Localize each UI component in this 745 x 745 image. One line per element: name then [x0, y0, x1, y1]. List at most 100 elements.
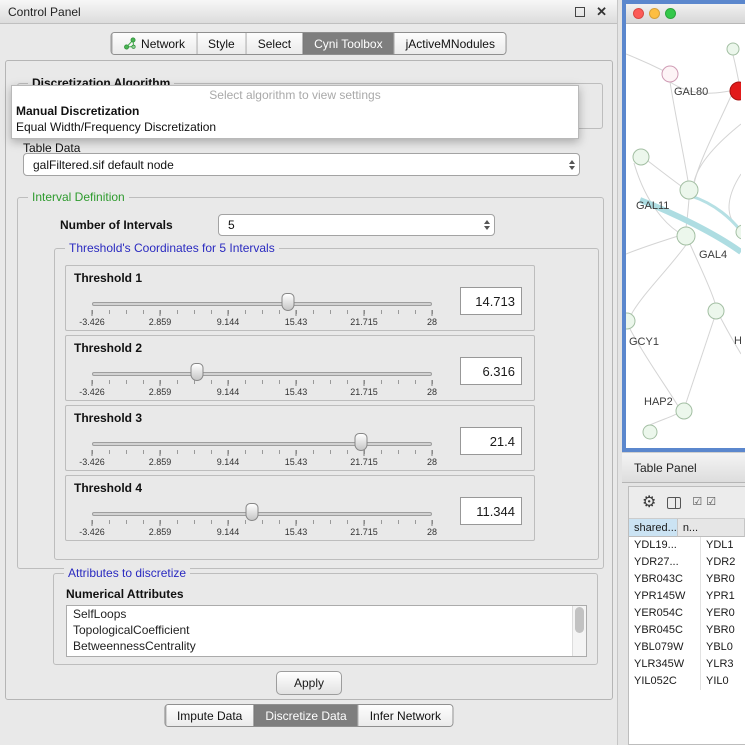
table-row[interactable]: YPR145W YPR1: [629, 588, 745, 605]
table-row[interactable]: YER054C YER0: [629, 605, 745, 622]
threshold-value: 21.4: [490, 434, 515, 449]
close-button[interactable]: ✕: [596, 4, 607, 20]
algorithm-option[interactable]: Manual Discretization: [12, 103, 578, 119]
tick-label: 21.715: [350, 527, 378, 537]
network-node[interactable]: [633, 149, 649, 165]
network-node[interactable]: [626, 313, 635, 329]
network-node[interactable]: [708, 303, 724, 319]
table-toolbar: ⚙ ☑ ☑: [629, 487, 745, 519]
network-node-label: GCY1: [629, 336, 659, 348]
attributes-group: Attributes to discretize Numerical Attri…: [53, 573, 598, 665]
tick-label: 15.43: [285, 317, 308, 327]
select-none-checkbox-icon[interactable]: ☑: [706, 497, 716, 508]
table-data-combo-value: galFiltered.sif default node: [24, 158, 564, 172]
tick-label: 2.859: [149, 317, 172, 327]
top-tab[interactable]: Style: [196, 33, 246, 54]
algorithm-options: Manual Discretization Equal Width/Freque…: [12, 103, 578, 135]
slider-thumb[interactable]: [354, 433, 367, 451]
table-column-header[interactable]: n...: [678, 519, 745, 537]
tick-mark: [296, 380, 297, 386]
network-node[interactable]: [677, 227, 695, 245]
network-node[interactable]: [643, 425, 657, 439]
network-canvas[interactable]: GAL80 GAL11 GAL4 GCY1 HAP2 H...: [626, 24, 741, 448]
attributes-group-title: Attributes to discretize: [64, 566, 190, 580]
algorithm-option-label: Equal Width/Frequency Discretization: [16, 120, 216, 134]
tick-label: 15.43: [285, 527, 308, 537]
numerical-attributes-label: Numerical Attributes: [66, 587, 184, 601]
thresholds-group-title: Threshold's Coordinates for 5 Intervals: [65, 241, 279, 255]
tab-label: Style: [208, 37, 235, 51]
threshold-slider[interactable]: -3.426 2.859 9.144: [92, 476, 432, 542]
table-row[interactable]: YBR043C YBR0: [629, 571, 745, 588]
tab-label: Cyni Toolbox: [314, 37, 382, 51]
tick-mark: [296, 450, 297, 456]
table-row[interactable]: YDL19... YDL1: [629, 537, 745, 554]
column-header-label: n...: [683, 522, 698, 534]
attribute-list-item[interactable]: BetweennessCentrality: [67, 638, 586, 654]
threshold-value-field[interactable]: 21.4: [460, 427, 522, 455]
apply-button[interactable]: Apply: [276, 671, 342, 695]
tab-label: Impute Data: [177, 709, 242, 723]
top-tab[interactable]: jActiveMNodules: [394, 33, 506, 54]
slider-tick-labels: -3.426 2.859 9.144: [92, 336, 432, 402]
float-window-button[interactable]: [575, 7, 586, 18]
number-of-intervals-combo[interactable]: 5: [218, 214, 495, 236]
network-node[interactable]: [680, 181, 698, 199]
attribute-list-item[interactable]: SelfLoops: [67, 606, 586, 622]
window-close-icon[interactable]: [633, 8, 644, 19]
table-row[interactable]: YBR045C YBR0: [629, 622, 745, 639]
column-header-label: shared...: [634, 522, 677, 534]
scrollbar-thumb[interactable]: [575, 607, 584, 633]
threshold-value-field[interactable]: 11.344: [460, 497, 522, 525]
window-minimize-icon[interactable]: [649, 8, 660, 19]
threshold-slider[interactable]: -3.426 2.859 9.144: [92, 336, 432, 402]
slider-thumb[interactable]: [282, 293, 295, 311]
number-of-intervals-label: Number of Intervals: [60, 218, 173, 232]
gear-icon[interactable]: ⚙: [642, 495, 656, 511]
network-node[interactable]: [662, 66, 678, 82]
threshold-slider[interactable]: -3.426 2.859 9.144: [92, 406, 432, 472]
number-of-intervals-value: 5: [219, 218, 479, 232]
table-column-header[interactable]: shared...: [629, 519, 678, 537]
network-node-label: GAL11: [636, 200, 669, 212]
top-tab[interactable]: Cyni Toolbox: [302, 33, 393, 54]
threshold-value-field[interactable]: 14.713: [460, 287, 522, 315]
combo-stepper-icon: [479, 215, 494, 235]
tick-mark: [296, 520, 297, 526]
threshold-block: Threshold 3 -3.426: [65, 405, 535, 471]
slider-thumb[interactable]: [191, 363, 204, 381]
table-data-combo[interactable]: galFiltered.sif default node: [23, 153, 580, 176]
tick-label: 9.144: [217, 457, 240, 467]
select-all-checkbox-icon[interactable]: ☑: [692, 497, 702, 508]
table-row[interactable]: YIL052C YIL0: [629, 673, 745, 690]
network-node[interactable]: [727, 43, 739, 55]
tick-label: 2.859: [149, 527, 172, 537]
algorithm-dropdown-popup: Select algorithm to view settings Manual…: [11, 85, 579, 139]
network-node-selected[interactable]: [730, 82, 741, 100]
slider-thumb[interactable]: [245, 503, 258, 521]
table-cell: YDL1: [701, 537, 745, 554]
list-scrollbar[interactable]: [572, 606, 586, 656]
algorithm-option[interactable]: Equal Width/Frequency Discretization: [12, 119, 578, 135]
table-cell: YLR3: [701, 656, 745, 673]
attribute-list-item[interactable]: TopologicalCoefficient: [67, 622, 586, 638]
threshold-slider[interactable]: -3.426 2.859 9.144: [92, 266, 432, 332]
top-tab[interactable]: Network: [111, 33, 196, 54]
window-zoom-icon[interactable]: [665, 8, 676, 19]
bottom-tab[interactable]: Discretize Data: [253, 705, 357, 726]
bottom-tab[interactable]: Impute Data: [165, 705, 253, 726]
network-node[interactable]: [676, 403, 692, 419]
threshold-value-field[interactable]: 6.316: [460, 357, 522, 385]
tick-label: 28: [427, 387, 437, 397]
table-row[interactable]: YDR27... YDR2: [629, 554, 745, 571]
table-row[interactable]: YBL079W YBL0: [629, 639, 745, 656]
network-node-label: GAL80: [674, 86, 708, 98]
column-selector-icon[interactable]: [667, 497, 681, 509]
float-icon: [575, 7, 585, 17]
table-header-row: shared... n...: [629, 519, 745, 537]
control-panel-titlebar: Control Panel ✕: [0, 0, 617, 24]
bottom-tab[interactable]: Infer Network: [358, 705, 452, 726]
table-row[interactable]: YLR345W YLR3: [629, 656, 745, 673]
top-tab[interactable]: Select: [246, 33, 302, 54]
tab-label: jActiveMNodules: [406, 37, 495, 51]
